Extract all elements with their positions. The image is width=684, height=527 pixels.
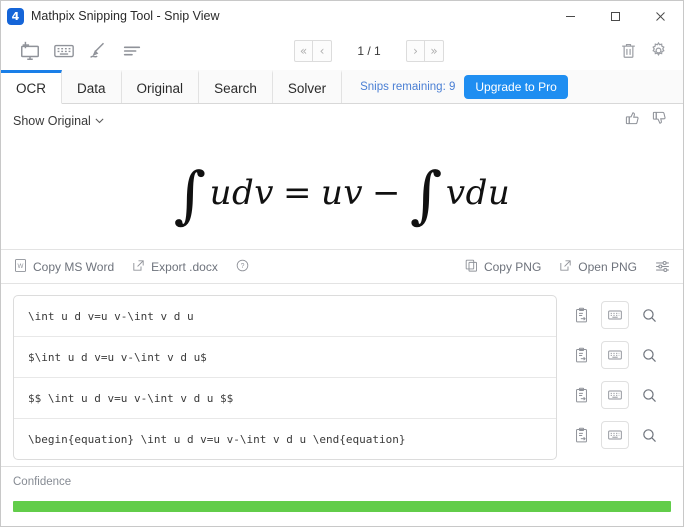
chevron-down-icon <box>93 114 106 127</box>
table-row[interactable]: \begin{equation} \int u d v=u v-\int v d… <box>14 419 556 459</box>
keyboard-icon[interactable] <box>601 341 629 369</box>
show-original-row: Show Original <box>1 104 683 137</box>
copy-ms-word-label: Copy MS Word <box>33 259 115 274</box>
export-bar: W Copy MS Word Export .docx ? Copy PNG O… <box>1 250 683 284</box>
formula-preview: ∫ udv = uv − ∫ vdu <box>1 137 683 250</box>
gear-icon[interactable] <box>643 35 673 67</box>
lines-icon[interactable] <box>115 35 149 67</box>
confidence-section: Confidence <box>1 466 683 526</box>
show-original-label: Show Original <box>13 113 91 128</box>
tab-search[interactable]: Search <box>199 70 273 103</box>
app-logo-icon: 4 <box>7 7 24 25</box>
keyboard-icon[interactable] <box>47 35 81 67</box>
feedback-actions <box>624 109 669 132</box>
tab-ocr[interactable]: OCR <box>1 70 62 104</box>
first-page-button[interactable]: « <box>294 39 313 62</box>
snips-remaining-label: Snips remaining: 9 <box>360 80 456 93</box>
copy-clipboard-icon[interactable] <box>567 301 595 329</box>
tab-data[interactable]: Data <box>62 70 122 103</box>
keyboard-icon[interactable] <box>601 421 629 449</box>
search-icon[interactable] <box>635 301 663 329</box>
latex-results-panel: \int u d v=u v-\int v d u $\int u d v=u … <box>13 295 557 460</box>
tab-solver[interactable]: Solver <box>272 70 343 103</box>
close-icon[interactable] <box>638 1 683 31</box>
snip-icon[interactable] <box>13 35 47 67</box>
minimize-icon[interactable] <box>548 1 593 31</box>
keyboard-icon[interactable] <box>601 301 629 329</box>
next-page-button[interactable]: › <box>406 39 425 62</box>
svg-text:W: W <box>18 263 24 270</box>
copy-ms-word-button[interactable]: W Copy MS Word <box>13 258 114 276</box>
table-row[interactable]: \int u d v=u v-\int v d u <box>14 296 556 337</box>
copy-png-button[interactable]: Copy PNG <box>464 258 541 276</box>
table-row[interactable]: $$ \int u d v=u v-\int v d u $$ <box>14 378 556 419</box>
keyboard-icon[interactable] <box>601 381 629 409</box>
row-actions-column <box>567 295 671 455</box>
export-docx-label: Export .docx <box>151 259 218 274</box>
app-logo-glyph: 4 <box>11 9 20 23</box>
results-area: \int u d v=u v-\int v d u $\int u d v=u … <box>1 284 683 466</box>
copy-pages-icon <box>464 258 479 276</box>
png-actions: Copy PNG Open PNG <box>447 258 671 276</box>
integral-symbol-2: ∫ <box>410 157 443 231</box>
open-png-button[interactable]: Open PNG <box>558 258 637 276</box>
trash-icon[interactable] <box>613 35 643 67</box>
confidence-label: Confidence <box>13 476 72 488</box>
table-row[interactable]: $\int u d v=u v-\int v d u$ <box>14 337 556 378</box>
sliders-icon[interactable] <box>654 258 671 275</box>
pen-icon[interactable] <box>81 35 115 67</box>
row-actions <box>567 415 671 455</box>
confidence-bar-track <box>13 501 671 512</box>
window-title: Mathpix Snipping Tool - Snip View <box>31 9 220 23</box>
main-toolbar: « ‹ 1 / 1 › » <box>1 31 683 70</box>
tab-original[interactable]: Original <box>121 70 200 103</box>
window-controls <box>548 1 683 31</box>
copy-clipboard-icon[interactable] <box>567 341 595 369</box>
export-docx-button[interactable]: Export .docx <box>131 258 218 276</box>
svg-text:?: ? <box>240 263 244 270</box>
external-link-icon <box>131 258 146 276</box>
tab-bar: OCR Data Original Search Solver Snips re… <box>1 70 683 104</box>
external-link-icon <box>558 258 573 276</box>
page-navigation: « ‹ 1 / 1 › » <box>294 31 444 70</box>
copy-png-label: Copy PNG <box>483 259 542 274</box>
copy-clipboard-icon[interactable] <box>567 381 595 409</box>
row-actions <box>567 375 671 415</box>
search-icon[interactable] <box>635 341 663 369</box>
integral-symbol-1: ∫ <box>173 157 207 231</box>
minus-symbol: − <box>372 173 402 213</box>
rendered-formula: ∫ udv = uv − ∫ vdu <box>173 157 511 231</box>
equals-symbol: = <box>282 173 312 213</box>
formula-rhs: vdu <box>445 173 511 213</box>
word-doc-icon: W <box>13 258 28 276</box>
copy-clipboard-icon[interactable] <box>567 421 595 449</box>
row-actions <box>567 295 671 335</box>
thumbs-up-icon[interactable] <box>624 109 642 132</box>
help-button[interactable]: ? <box>235 258 250 276</box>
page-indicator: 1 / 1 <box>357 43 381 58</box>
confidence-bar-fill <box>13 501 671 512</box>
upgrade-to-pro-button[interactable]: Upgrade to Pro <box>464 74 568 99</box>
maximize-icon[interactable] <box>593 1 638 31</box>
thumbs-down-icon[interactable] <box>651 109 669 132</box>
search-icon[interactable] <box>635 421 663 449</box>
formula-mid: uv <box>320 173 364 213</box>
app-window: 4 Mathpix Snipping Tool - Snip View « ‹ … <box>0 0 684 527</box>
toolbar-right-actions <box>613 31 673 70</box>
open-png-label: Open PNG <box>578 259 637 274</box>
show-original-toggle[interactable]: Show Original <box>13 114 106 128</box>
formula-lhs: udv <box>209 173 274 213</box>
search-icon[interactable] <box>635 381 663 409</box>
account-area: Snips remaining: 9 Upgrade to Pro <box>360 70 568 103</box>
title-bar: 4 Mathpix Snipping Tool - Snip View <box>1 1 683 31</box>
last-page-button[interactable]: » <box>425 39 444 62</box>
help-circle-icon: ? <box>235 258 250 276</box>
prev-page-button[interactable]: ‹ <box>313 39 332 62</box>
row-actions <box>567 335 671 375</box>
